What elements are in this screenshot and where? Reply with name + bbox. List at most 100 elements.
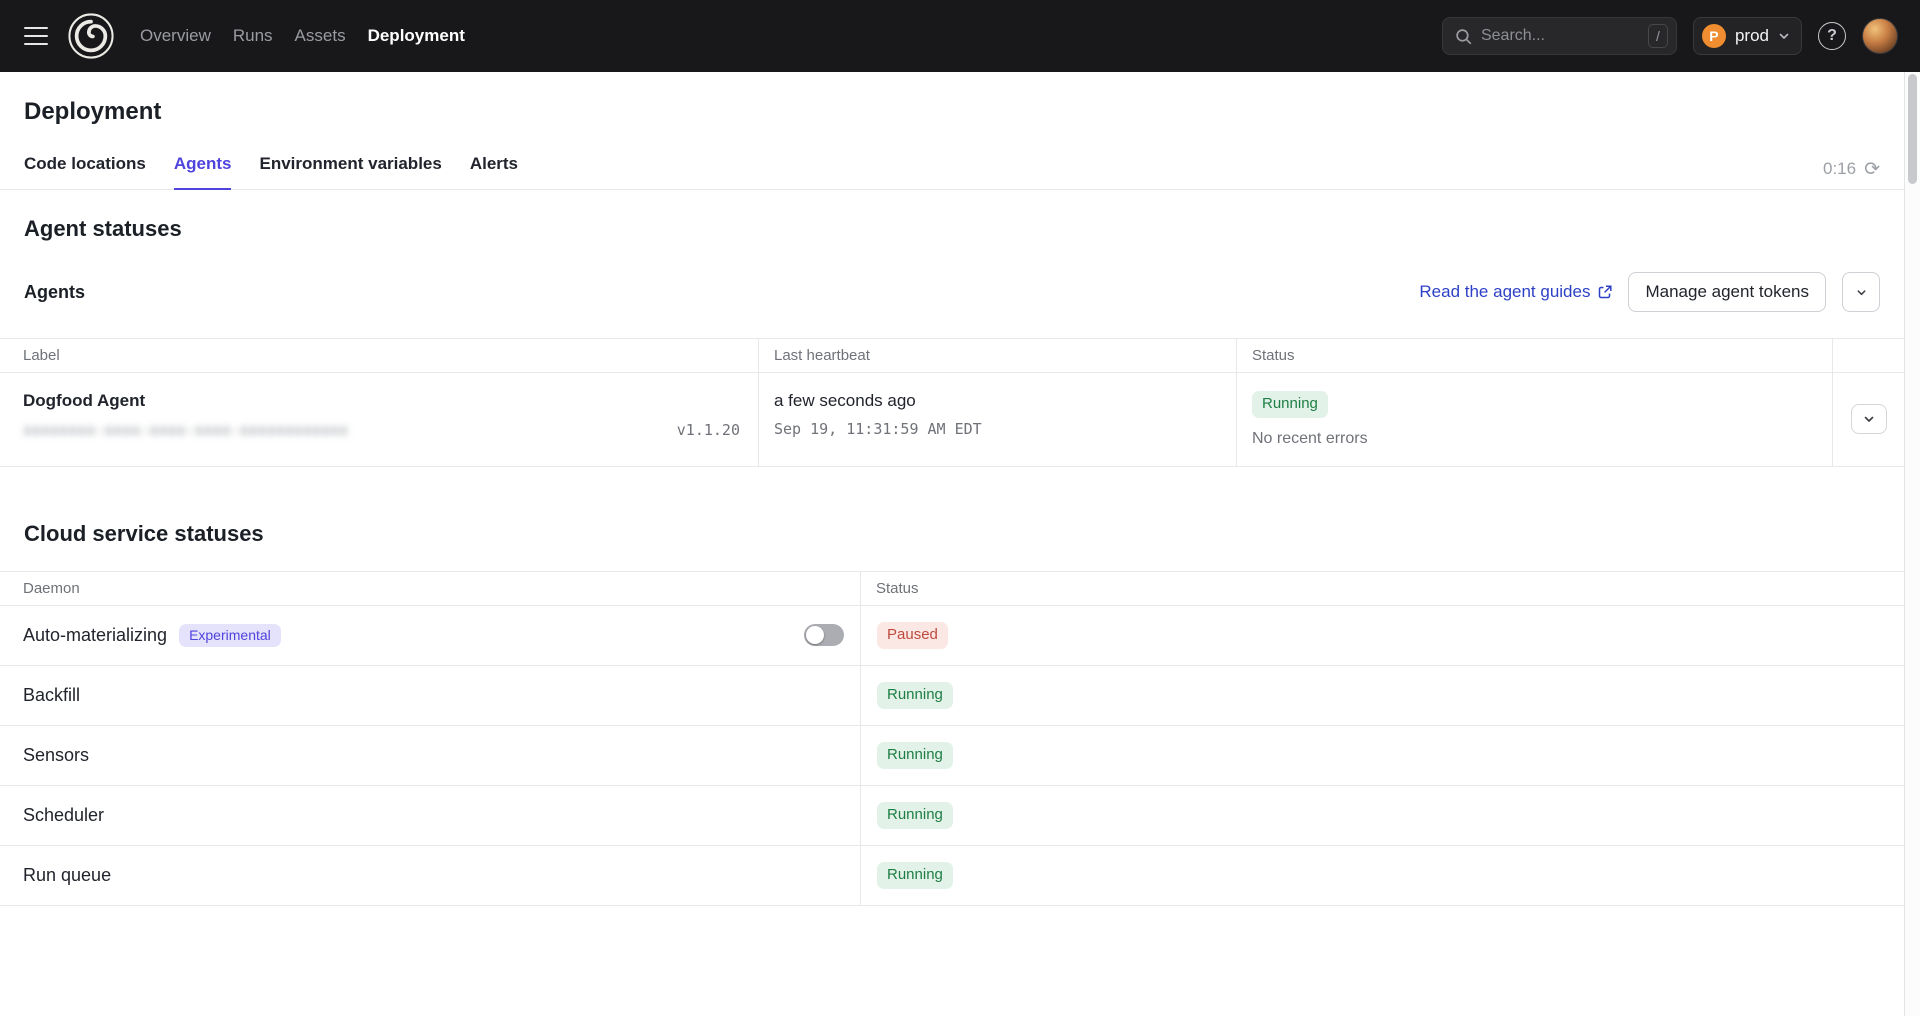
daemon-row-scheduler: Scheduler Running [0, 786, 1904, 846]
refresh-icon[interactable]: ⟳ [1864, 160, 1880, 179]
agent-heartbeat-relative: a few seconds ago [774, 391, 1218, 411]
daemon-cell: Run queue [0, 846, 861, 905]
agent-status-cell: Running No recent errors [1237, 373, 1833, 466]
external-link-icon [1598, 285, 1612, 299]
refresh-countdown: 0:16 [1823, 159, 1856, 179]
auto-materializing-toggle[interactable] [804, 624, 844, 646]
agent-name: Dogfood Agent [23, 391, 740, 411]
agent-row: Dogfood Agent xxxxxxxx-xxxx-xxxx-xxxx-xx… [0, 373, 1904, 466]
dagster-logo-icon [68, 13, 114, 59]
daemon-row-run-queue: Run queue Running [0, 846, 1904, 906]
daemon-cell: Scheduler [0, 786, 861, 845]
agents-header-actions [1833, 339, 1904, 372]
agents-header-heartbeat: Last heartbeat [759, 339, 1237, 372]
cloud-header-status: Status [861, 572, 1904, 605]
cloud-services-table: Daemon Status Auto-materializing Experim… [0, 571, 1904, 906]
nav-item-runs[interactable]: Runs [233, 26, 273, 46]
cloud-table-header: Daemon Status [0, 572, 1904, 606]
daemon-name: Backfill [23, 685, 80, 706]
daemon-row-auto-materializing: Auto-materializing Experimental Paused [0, 606, 1904, 666]
experimental-badge: Experimental [179, 624, 281, 648]
user-avatar[interactable] [1862, 18, 1898, 54]
agents-header-status: Status [1237, 339, 1833, 372]
daemon-status-cell: Running [861, 846, 1904, 905]
toggle-knob [806, 626, 824, 644]
tab-code-locations[interactable]: Code locations [24, 148, 146, 190]
nav-item-deployment[interactable]: Deployment [368, 26, 465, 46]
agent-statuses-title: Agent statuses [0, 216, 1904, 242]
nav-item-assets[interactable]: Assets [295, 26, 346, 46]
agent-actions-cell [1833, 373, 1904, 466]
cloud-service-statuses-title: Cloud service statuses [0, 521, 1904, 547]
deployment-avatar: P [1702, 24, 1726, 48]
help-button[interactable]: ? [1818, 22, 1846, 50]
status-badge: Running [877, 802, 953, 829]
page-header: Deployment [0, 72, 1904, 126]
daemon-cell: Auto-materializing Experimental [0, 606, 861, 665]
tab-alerts[interactable]: Alerts [470, 148, 518, 190]
manage-agent-tokens-button[interactable]: Manage agent tokens [1628, 272, 1826, 312]
agents-table: Label Last heartbeat Status Dogfood Agen… [0, 338, 1904, 467]
chevron-down-icon [1863, 413, 1875, 425]
main-scrollbar[interactable] [1904, 72, 1920, 1016]
page-title: Deployment [24, 98, 1880, 126]
daemon-status-cell: Paused [861, 606, 1904, 665]
main-content: Deployment Code locations Agents Environ… [0, 72, 1904, 906]
daemon-row-sensors: Sensors Running [0, 726, 1904, 786]
deployment-switcher-label: prod [1735, 26, 1769, 46]
scrollbar-thumb[interactable] [1908, 74, 1917, 184]
tabs-bar: Code locations Agents Environment variab… [0, 148, 1904, 190]
tab-environment-variables[interactable]: Environment variables [259, 148, 441, 190]
agents-header-label: Label [0, 339, 759, 372]
status-badge: Running [877, 682, 953, 709]
search-input[interactable] [1481, 27, 1639, 45]
primary-nav: Overview Runs Assets Deployment [140, 26, 465, 46]
search-shortcut-hint: / [1648, 24, 1668, 48]
search-icon [1455, 28, 1472, 45]
daemon-name: Run queue [23, 865, 111, 886]
daemon-status-cell: Running [861, 786, 1904, 845]
refresh-timer: 0:16 ⟳ [1823, 159, 1880, 189]
search-box[interactable]: / [1442, 17, 1677, 55]
agent-label-cell: Dogfood Agent xxxxxxxx-xxxx-xxxx-xxxx-xx… [0, 373, 759, 466]
agent-status-note: No recent errors [1252, 430, 1814, 448]
daemon-name: Auto-materializing [23, 625, 167, 646]
daemon-name: Sensors [23, 745, 89, 766]
agent-status-badge: Running [1252, 391, 1328, 418]
agent-tokens-menu-button[interactable] [1842, 272, 1880, 312]
agent-heartbeat-cell: a few seconds ago Sep 19, 11:31:59 AM ED… [759, 373, 1237, 466]
agents-toolbar-actions: Read the agent guides Manage agent token… [1419, 272, 1880, 312]
cloud-header-daemon: Daemon [0, 572, 861, 605]
deployment-switcher[interactable]: P prod [1693, 17, 1802, 55]
agent-id-redacted: xxxxxxxx-xxxx-xxxx-xxxx-xxxxxxxxxxxx [23, 421, 348, 439]
status-badge: Paused [877, 622, 948, 649]
agent-heartbeat-timestamp: Sep 19, 11:31:59 AM EDT [774, 420, 1218, 438]
daemon-name: Scheduler [23, 805, 104, 826]
agent-expand-button[interactable] [1851, 404, 1887, 434]
daemon-cell: Backfill [0, 666, 861, 725]
daemon-status-cell: Running [861, 726, 1904, 785]
status-badge: Running [877, 742, 953, 769]
daemon-cell: Sensors [0, 726, 861, 785]
agents-table-header: Label Last heartbeat Status [0, 339, 1904, 373]
daemon-row-backfill: Backfill Running [0, 666, 1904, 726]
chevron-down-icon [1778, 30, 1790, 42]
nav-item-overview[interactable]: Overview [140, 26, 211, 46]
caret-down-icon [1856, 287, 1867, 298]
tabs: Code locations Agents Environment variab… [24, 148, 518, 189]
agent-guides-link-label: Read the agent guides [1419, 282, 1590, 302]
cloud-service-statuses-section: Cloud service statuses Daemon Status Aut… [0, 521, 1904, 906]
daemon-status-cell: Running [861, 666, 1904, 725]
agent-guides-link[interactable]: Read the agent guides [1419, 282, 1612, 302]
status-badge: Running [877, 862, 953, 889]
navbar-right: / P prod ? [1442, 17, 1898, 55]
top-navbar: Overview Runs Assets Deployment / P prod… [0, 0, 1920, 72]
tab-agents[interactable]: Agents [174, 148, 232, 190]
agents-toolbar: Agents Read the agent guides Manage agen… [0, 272, 1904, 312]
agents-subtitle: Agents [24, 282, 85, 303]
dagster-logo[interactable] [68, 13, 114, 59]
question-mark-icon: ? [1827, 27, 1837, 45]
agent-version: v1.1.20 [677, 421, 740, 439]
menu-icon[interactable] [24, 27, 48, 45]
agent-statuses-section: Agent statuses Agents Read the agent gui… [0, 216, 1904, 467]
